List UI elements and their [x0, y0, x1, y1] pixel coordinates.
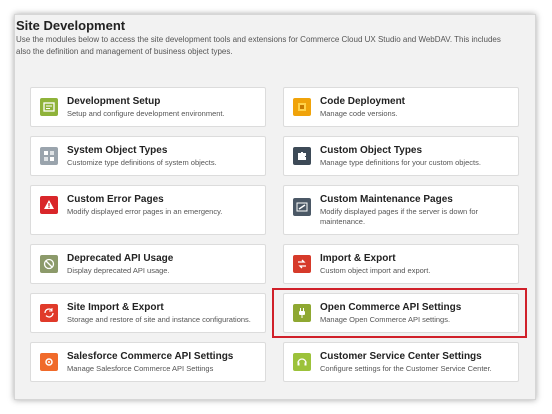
salesforce-api-icon — [40, 353, 58, 371]
tile-description: Setup and configure development environm… — [67, 109, 225, 118]
tile-salesforce-commerce-api-settings[interactable]: Salesforce Commerce API Settings Manage … — [30, 342, 266, 382]
tile-title: Deprecated API Usage — [67, 253, 174, 264]
page-title: Site Development — [16, 18, 126, 33]
tile-title: Salesforce Commerce API Settings — [67, 351, 234, 362]
tile-title: Development Setup — [67, 96, 161, 107]
tile-system-object-types[interactable]: System Object Types Customize type defin… — [30, 136, 266, 176]
tile-title: Custom Maintenance Pages — [320, 194, 453, 205]
tile-customer-service-center-settings[interactable]: Customer Service Center Settings Configu… — [283, 342, 519, 382]
tile-description: Display deprecated API usage. — [67, 266, 170, 275]
tile-code-deployment[interactable]: Code Deployment Manage code versions. — [283, 87, 519, 127]
warning-icon — [40, 196, 58, 214]
tile-deprecated-api-usage[interactable]: Deprecated API Usage Display deprecated … — [30, 244, 266, 284]
tile-title: System Object Types — [67, 145, 168, 156]
tile-title: Import & Export — [320, 253, 396, 264]
import-export-icon — [293, 255, 311, 273]
tile-title: Custom Error Pages — [67, 194, 164, 205]
tile-description: Configure settings for the Customer Serv… — [320, 364, 492, 373]
tile-description: Customize type definitions of system obj… — [67, 158, 217, 167]
tile-description: Modify displayed error pages in an emerg… — [67, 207, 223, 216]
tile-custom-object-types[interactable]: Custom Object Types Manage type definiti… — [283, 136, 519, 176]
deprecated-api-icon — [40, 255, 58, 273]
tile-custom-maintenance-pages[interactable]: Custom Maintenance Pages Modify displaye… — [283, 185, 519, 235]
tile-description: Manage Salesforce Commerce API Settings — [67, 364, 214, 373]
development-setup-icon — [40, 98, 58, 116]
tile-description: Manage type definitions for your custom … — [320, 158, 481, 167]
tile-description: Modify displayed pages if the server is … — [320, 207, 478, 226]
system-object-types-icon — [40, 147, 58, 165]
tile-development-setup[interactable]: Development Setup Setup and configure de… — [30, 87, 266, 127]
maintenance-icon — [293, 198, 311, 216]
site-import-export-icon — [40, 304, 58, 322]
tile-title: Code Deployment — [320, 96, 406, 107]
customer-service-icon — [293, 353, 311, 371]
code-deployment-icon — [293, 98, 311, 116]
tile-description: Custom object import and export. — [320, 266, 431, 275]
page-description: Use the modules below to access the site… — [16, 35, 501, 56]
tile-description: Manage code versions. — [320, 109, 398, 118]
highlight-box — [272, 288, 527, 338]
tile-import-export[interactable]: Import & Export Custom object import and… — [283, 244, 519, 284]
tile-title: Customer Service Center Settings — [320, 351, 482, 362]
tile-site-import-export[interactable]: Site Import & Export Storage and restore… — [30, 293, 266, 333]
tile-title: Custom Object Types — [320, 145, 423, 156]
tile-custom-error-pages[interactable]: Custom Error Pages Modify displayed erro… — [30, 185, 266, 235]
custom-object-types-icon — [293, 147, 311, 165]
tile-title: Site Import & Export — [67, 302, 164, 313]
tile-description: Storage and restore of site and instance… — [67, 315, 251, 324]
